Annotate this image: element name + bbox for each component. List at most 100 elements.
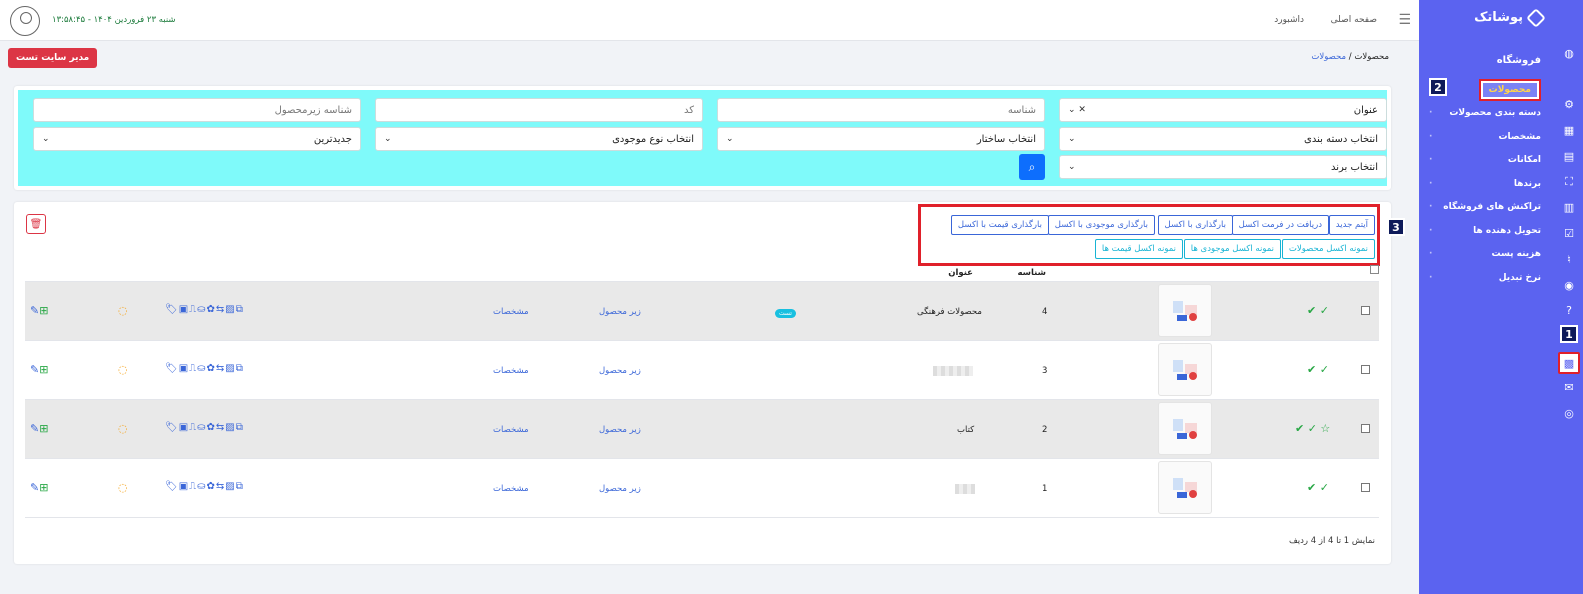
comment-icon[interactable]: ◌ xyxy=(118,304,128,317)
sample-products-button[interactable]: نمونه اکسل محصولات xyxy=(1281,239,1375,259)
edit-basket-icons[interactable]: ✎⊞ xyxy=(30,363,48,376)
title-select[interactable]: عنوان ✕ ⌄ xyxy=(1059,98,1387,122)
sidebar-item-shipping[interactable]: هزینه پست xyxy=(1419,243,1555,267)
admin-button[interactable]: مدیر سایت تست xyxy=(8,48,98,68)
gear-icon[interactable]: ⚙ xyxy=(1560,95,1578,113)
brand-logo[interactable]: پوشاتک xyxy=(1474,7,1546,28)
help-icon[interactable]: ? xyxy=(1560,301,1578,319)
book-icon[interactable]: ▥ xyxy=(1560,198,1578,216)
sidebar-item-brands[interactable]: برندها xyxy=(1419,172,1555,196)
checklist-icon[interactable]: ☑ xyxy=(1560,224,1578,242)
sidebar-item-couriers[interactable]: تحویل دهنده ها xyxy=(1419,219,1555,243)
table-bottom-border xyxy=(25,517,1379,518)
spec-link[interactable]: مشخصات xyxy=(493,307,529,317)
import-price-button[interactable]: بارگذاری قیمت با اکسل xyxy=(950,215,1049,235)
mail-icon[interactable]: ✉ xyxy=(1560,378,1578,396)
chevron-down-icon: ⌄ xyxy=(384,134,392,144)
sidebar-item-categories[interactable]: دسته بندی محصولات xyxy=(1419,102,1555,126)
row-checkbox[interactable] xyxy=(1361,365,1370,374)
brand-select[interactable]: انتخاب برند ⌄ xyxy=(1059,155,1387,179)
edit-basket-icons[interactable]: ✎⊞ xyxy=(30,481,48,494)
table-row: ✓ ✔ 1 زیر محصول مشخصات 🏷▣⎍⛀✿⇆▨⧉ ◌ ✎⊞ xyxy=(25,458,1379,517)
sidebar-item-features[interactable]: امکانات xyxy=(1419,149,1555,173)
sub-id-input[interactable]: شناسه زیرمحصول xyxy=(33,98,361,122)
comment-icon[interactable]: ◌ xyxy=(118,481,128,494)
spec-link[interactable]: مشخصات xyxy=(493,366,529,376)
chevron-down-icon: ⌄ xyxy=(42,134,50,144)
menu-icon[interactable]: ☰ xyxy=(1398,12,1411,28)
nav-home-link[interactable]: صفحه اصلی xyxy=(1331,15,1377,25)
sidebar-item-specs[interactable]: مشخصات xyxy=(1419,125,1555,149)
comment-icon[interactable]: ◌ xyxy=(118,422,128,435)
row-action-icons[interactable]: 🏷▣⎍⛀✿⇆▨⧉ xyxy=(165,422,244,433)
delete-button[interactable]: 🗑 xyxy=(26,214,46,234)
code-input[interactable]: کد xyxy=(375,98,703,122)
product-thumbnail[interactable] xyxy=(1158,343,1212,396)
calendar-icon[interactable]: ▦ xyxy=(1560,121,1578,139)
mic-icon[interactable]: ♮ xyxy=(1560,250,1578,268)
table-row: ☆ ✓ ✔ 2 کتاب زیر محصول مشخصات 🏷▣⎍⛀✿⇆▨⧉ ◌… xyxy=(25,399,1379,458)
row-id: 1 xyxy=(1042,484,1048,494)
category-select[interactable]: انتخاب دسته بندی ⌄ xyxy=(1059,127,1387,151)
sub-product-link[interactable]: زیر محصول xyxy=(599,484,641,494)
sort-select[interactable]: جدیدترین ⌄ xyxy=(33,127,361,151)
product-thumbnail[interactable] xyxy=(1158,461,1212,514)
select-all-checkbox[interactable] xyxy=(1370,265,1379,274)
pagination-info: نمایش 1 تا 4 از 4 ردیف xyxy=(1288,536,1375,546)
chat-icon[interactable]: ◎ xyxy=(1560,404,1578,422)
clear-chevron-icon[interactable]: ✕ ⌄ xyxy=(1068,105,1086,115)
bulb-icon[interactable]: ◉ xyxy=(1560,276,1578,294)
globe-icon[interactable]: ◍ xyxy=(1560,44,1578,62)
export-excel-button[interactable]: دریافت در فرمت اکسل xyxy=(1231,215,1329,235)
header-title[interactable]: عنوان xyxy=(948,268,973,278)
sample-stock-button[interactable]: نمونه اکسل موجودی ها xyxy=(1183,239,1281,259)
breadcrumb: محصولات / محصولات xyxy=(1311,52,1389,62)
filter-card: عنوان ✕ ⌄ شناسه کد شناسه زیرمحصول انتخاب… xyxy=(14,86,1391,190)
sidebar-section-title: فروشگاه xyxy=(1496,55,1541,66)
spec-link[interactable]: مشخصات xyxy=(493,425,529,435)
top-bar: ☰ صفحه اصلی داشبورد شنبه ۲۳ فروردین ۱۴۰۴… xyxy=(0,0,1419,41)
sub-product-link[interactable]: زیر محصول xyxy=(599,366,641,376)
gallery-icon[interactable]: ▤ xyxy=(1560,147,1578,165)
search-button[interactable]: ⌕ xyxy=(1019,154,1045,180)
spec-link[interactable]: مشخصات xyxy=(493,484,529,494)
structure-select[interactable]: انتخاب ساختار ⌄ xyxy=(717,127,1045,151)
row-action-icons[interactable]: 🏷▣⎍⛀✿⇆▨⧉ xyxy=(165,304,244,315)
trash-icon: 🗑 xyxy=(29,218,43,230)
id-input[interactable]: شناسه xyxy=(717,98,1045,122)
product-thumbnail[interactable] xyxy=(1158,402,1212,455)
row-id: 2 xyxy=(1042,425,1048,435)
sample-price-button[interactable]: نمونه اکسل قیمت ها xyxy=(1094,239,1183,259)
logo-icon xyxy=(1526,7,1546,28)
new-item-button[interactable]: آیتم جدید xyxy=(1328,215,1375,235)
sub-product-link[interactable]: زیر محصول xyxy=(599,307,641,317)
import-stock-button[interactable]: بارگذاری موجودی با اکسل xyxy=(1047,215,1155,235)
people-icon[interactable]: ⛶ xyxy=(1560,173,1578,191)
chevron-down-icon: ⌄ xyxy=(1068,162,1076,172)
row-checkbox[interactable] xyxy=(1361,306,1370,315)
import-excel-button[interactable]: بارگذاری با اکسل xyxy=(1157,215,1233,235)
product-thumbnail[interactable] xyxy=(1158,284,1212,337)
header-id[interactable]: شناسه xyxy=(1017,268,1046,278)
sidebar-item-exchange-rate[interactable]: نرخ تبدیل xyxy=(1419,266,1555,290)
row-checkbox[interactable] xyxy=(1361,424,1370,433)
edit-basket-icons[interactable]: ✎⊞ xyxy=(30,304,48,317)
comment-icon[interactable]: ◌ xyxy=(118,363,128,376)
breadcrumb-current: محصولات xyxy=(1354,52,1389,62)
shop-icon[interactable]: ▩ xyxy=(1558,352,1580,374)
sidebar-item-transactions[interactable]: تراکنش های فروشگاه xyxy=(1419,196,1555,220)
callout-2: 2 xyxy=(1429,78,1447,96)
date-time: شنبه ۲۳ فروردین ۱۴۰۴ - ۱۳:۵۸:۴۵ xyxy=(52,15,176,25)
stock-type-select[interactable]: انتخاب نوع موجودی ⌄ xyxy=(375,127,703,151)
edit-basket-icons[interactable]: ✎⊞ xyxy=(30,422,48,435)
row-checkbox[interactable] xyxy=(1361,483,1370,492)
nav-dashboard-link[interactable]: داشبورد xyxy=(1274,15,1304,25)
row-title: کتاب xyxy=(957,425,975,435)
user-avatar-icon[interactable] xyxy=(10,6,40,36)
callout-1: 1 xyxy=(1560,325,1578,343)
sub-product-link[interactable]: زیر محصول xyxy=(599,425,641,435)
breadcrumb-link[interactable]: محصولات xyxy=(1311,52,1346,62)
blurred-title xyxy=(933,366,973,376)
row-action-icons[interactable]: 🏷▣⎍⛀✿⇆▨⧉ xyxy=(165,481,244,492)
row-action-icons[interactable]: 🏷▣⎍⛀✿⇆▨⧉ xyxy=(165,363,244,374)
